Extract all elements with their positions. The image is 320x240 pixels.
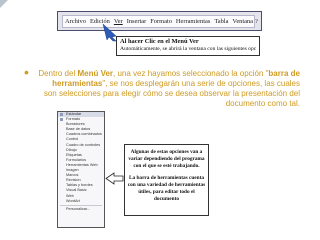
bullet-icon: • (24, 64, 29, 80)
menu-bar: Archivo Edición Ver Insertar Formato Her… (62, 15, 258, 28)
menu-tabla[interactable]: Tabla (214, 18, 228, 25)
menu-formato[interactable]: Formato (150, 18, 172, 25)
menu-insertar[interactable]: Insertar (127, 18, 147, 25)
decorative-corner (0, 0, 8, 8)
menu-ventana[interactable]: Ventana (232, 18, 253, 25)
dropdown-item[interactable]: WordArt (58, 199, 104, 204)
menu-archivo[interactable]: Archivo (65, 18, 86, 25)
para-prefix: Dentro del (38, 69, 78, 78)
callout-bottom: Algunas de estas opciones van a variar d… (124, 144, 209, 216)
callout-top-title: Al hacer Clic en el Menú Ver (120, 38, 199, 45)
para-menu-name: Menú Ver (77, 69, 114, 78)
callout-top: Al hacer Clic en el Menú Ver Automáticam… (116, 36, 260, 56)
dropdown-item[interactable]: Personalizar... (58, 207, 104, 212)
toolbar-icon (60, 118, 63, 122)
callout-bottom-arrow-icon (105, 172, 124, 185)
toolbar-icon (60, 113, 63, 116)
description-paragraph: Dentro del Menú Ver, una vez hayamos sel… (38, 69, 300, 109)
callout-top-text: Automáticamente, se abrirá la ventana co… (120, 46, 256, 52)
callout-bottom-p2: La barra de herramientas cuenta con una … (127, 175, 206, 202)
dropdown-separator (60, 204, 102, 206)
menu-herramientas[interactable]: Herramientas (176, 18, 210, 25)
menu-help[interactable]: ? (255, 18, 258, 25)
menu-bar-screenshot: Archivo Edición Ver Insertar Formato Her… (57, 11, 262, 31)
para-middle: , una vez hayamos seleccionado la opción… (113, 69, 269, 78)
toolbar-dropdown-screenshot: Estándar Formato Borradores Base de dato… (57, 111, 105, 228)
callout-bottom-p1: Algunas de estas opciones van a variar d… (128, 149, 205, 169)
